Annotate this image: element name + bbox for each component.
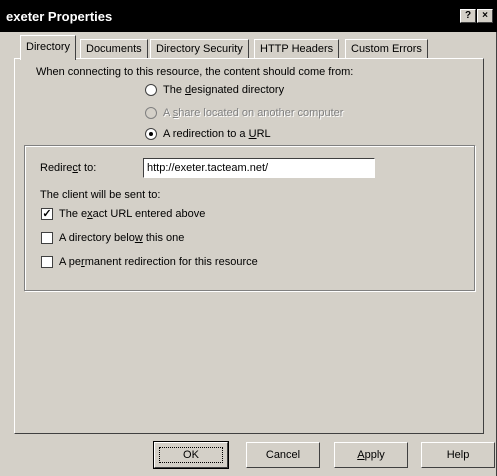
tab-directory-security[interactable]: Directory Security: [150, 39, 249, 59]
radio-selected-dot: [149, 132, 153, 136]
checkbox-label-exact-url: The exact URL entered above: [59, 208, 206, 220]
redirect-to-label: Redirect to:: [40, 162, 97, 174]
help-button[interactable]: Help: [421, 442, 495, 468]
title-bar[interactable]: exeter Properties ? ×: [0, 0, 497, 32]
radio-share-another-computer: [145, 107, 157, 119]
checkbox-exact-url[interactable]: ✓: [41, 208, 53, 220]
apply-label: pply: [364, 449, 385, 461]
radio-designated-directory[interactable]: [145, 84, 157, 96]
ok-focus-rect: [159, 447, 223, 463]
checkbox-directory-below[interactable]: [41, 232, 53, 244]
cancel-button[interactable]: Cancel: [246, 442, 320, 468]
help-title-button[interactable]: ?: [460, 9, 476, 23]
checkbox-label-permanent-redirection: A permanent redirection for this resourc…: [59, 256, 258, 268]
ok-button[interactable]: OK: [153, 441, 229, 469]
tab-http-headers[interactable]: HTTP Headers: [254, 39, 340, 59]
radio-redirection-url[interactable]: [145, 128, 157, 140]
apply-button[interactable]: Apply: [334, 442, 408, 468]
radio-label-share-another-computer: A share located on another computer: [163, 107, 344, 119]
checkbox-permanent-redirection[interactable]: [41, 256, 53, 268]
properties-dialog: exeter Properties ? × Directory Document…: [0, 0, 497, 476]
radio-label-designated-directory: The designated directory: [163, 84, 285, 96]
redirect-url-input[interactable]: [143, 158, 375, 178]
checkbox-label-directory-below: A directory below this one: [59, 232, 185, 244]
client-sent-label: The client will be sent to:: [40, 189, 161, 201]
content-source-prompt: When connecting to this resource, the co…: [36, 66, 354, 78]
tab-custom-errors[interactable]: Custom Errors: [345, 39, 428, 59]
window-title: exeter Properties: [6, 9, 113, 24]
close-icon[interactable]: ×: [477, 9, 493, 23]
apply-hotkey: A: [357, 449, 365, 461]
tab-documents[interactable]: Documents: [80, 39, 148, 59]
radio-label-redirection-url: A redirection to a URL: [163, 128, 271, 140]
tab-directory[interactable]: Directory: [20, 35, 77, 60]
